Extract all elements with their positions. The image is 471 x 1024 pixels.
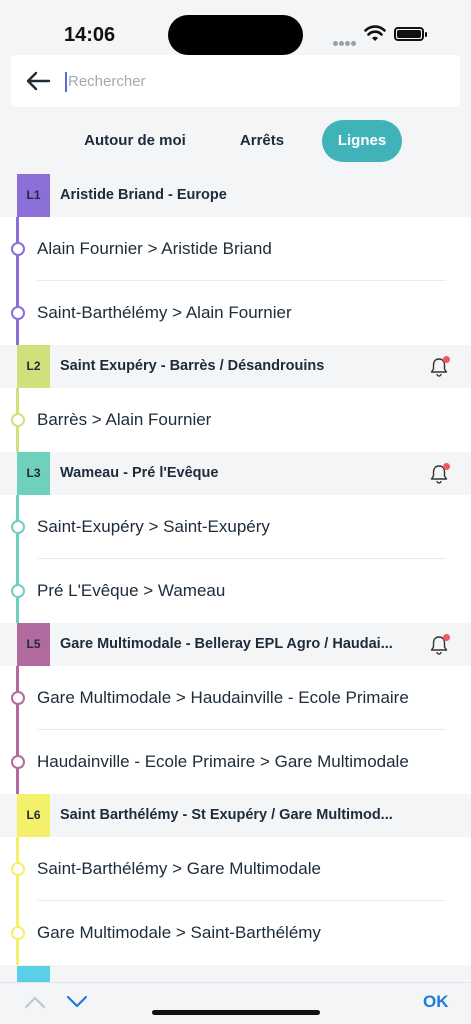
stop-circle-icon [11,520,25,534]
tab-arrets[interactable]: Arrêts [226,120,298,162]
route-item[interactable]: Gare Multimodale > Saint-Barthélémy [0,901,471,965]
route-item[interactable]: Saint-Exupéry > Saint-Exupéry [0,495,471,559]
back-arrow-icon[interactable] [25,70,51,92]
chevron-down-icon[interactable] [66,995,88,1009]
route-item[interactable]: Gare Multimodale > Haudainville - Ecole … [0,666,471,730]
tab-bar: Autour de moi Arrêts Lignes [0,120,471,164]
bell-icon[interactable] [428,634,450,656]
notification-dot [443,356,450,363]
stop-circle-icon [11,862,25,876]
route-label: Saint-Barthélémy > Gare Multimodale [37,859,321,878]
stop-circle-icon [11,413,25,427]
line-badge: L5 [17,623,50,666]
line-badge: L3 [17,452,50,495]
route-label: Alain Fournier > Aristide Briand [37,239,272,258]
line-title: Gare Multimodale - Belleray EPL Agro / H… [60,636,393,652]
line-title: Aristide Briand - Europe [60,187,227,203]
notification-dot [443,634,450,641]
status-bar: 14:06 [0,0,471,62]
signal-icon [333,33,357,51]
status-time: 14:06 [64,24,116,46]
line-badge: L6 [17,794,50,837]
route-item[interactable]: Pré L'Evêque > Wameau [0,559,471,623]
route-label: Barrès > Alain Fournier [37,410,212,429]
route-label: Haudainville - Ecole Primaire > Gare Mul… [37,752,409,771]
ok-button[interactable]: OK [423,992,449,1012]
line-badge-partial [17,966,50,982]
stop-circle-icon [11,242,25,256]
home-indicator [152,1010,320,1015]
stop-circle-icon [11,584,25,598]
bell-icon[interactable] [428,463,450,485]
dynamic-island [168,15,303,55]
wifi-icon [364,25,386,41]
line-badge: L1 [17,174,50,217]
stop-circle-icon [11,691,25,705]
line-header[interactable]: L1 Aristide Briand - Europe [0,174,471,217]
line-header[interactable]: L5 Gare Multimodale - Belleray EPL Agro /… [0,623,471,666]
stop-circle-icon [11,755,25,769]
line-header[interactable]: L6 Saint Barthélémy - St Exupéry / Gare M… [0,794,471,837]
search-bar [11,55,460,107]
stop-circle-icon [11,926,25,940]
route-item[interactable]: Saint-Barthélémy > Alain Fournier [0,281,471,345]
keyboard-toolbar: OK [0,982,471,1024]
route-label: Gare Multimodale > Saint-Barthélémy [37,923,321,942]
route-item[interactable]: Haudainville - Ecole Primaire > Gare Mul… [0,730,471,794]
line-header[interactable]: L3 Wameau - Pré l'Evêque [0,452,471,495]
tab-lignes[interactable]: Lignes [322,120,402,162]
line-header[interactable]: L2 Saint Exupéry - Barrès / Désandrouins [0,345,471,388]
line-title: Wameau - Pré l'Evêque [60,465,219,481]
chevron-up-icon[interactable] [24,995,46,1009]
route-item[interactable]: Saint-Barthélémy > Gare Multimodale [0,837,471,901]
bell-icon[interactable] [428,356,450,378]
line-badge: L2 [17,345,50,388]
battery-icon [394,27,427,41]
line-title: Saint Exupéry - Barrès / Désandrouins [60,358,325,374]
tab-autour-de-moi[interactable]: Autour de moi [72,120,198,162]
route-label: Saint-Barthélémy > Alain Fournier [37,303,292,322]
route-label: Saint-Exupéry > Saint-Exupéry [37,517,270,536]
line-title: Saint Barthélémy - St Exupéry / Gare Mul… [60,807,393,823]
stop-circle-icon [11,306,25,320]
lines-list: L1 Aristide Briand - Europe Alain Fournier… [0,174,471,965]
notification-dot [443,463,450,470]
route-label: Pré L'Evêque > Wameau [37,581,226,600]
search-input[interactable] [68,65,438,97]
route-item[interactable]: Alain Fournier > Aristide Briand [0,217,471,281]
text-cursor [65,72,67,92]
route-item[interactable]: Barrès > Alain Fournier [0,388,471,452]
route-label: Gare Multimodale > Haudainville - Ecole … [37,688,409,707]
